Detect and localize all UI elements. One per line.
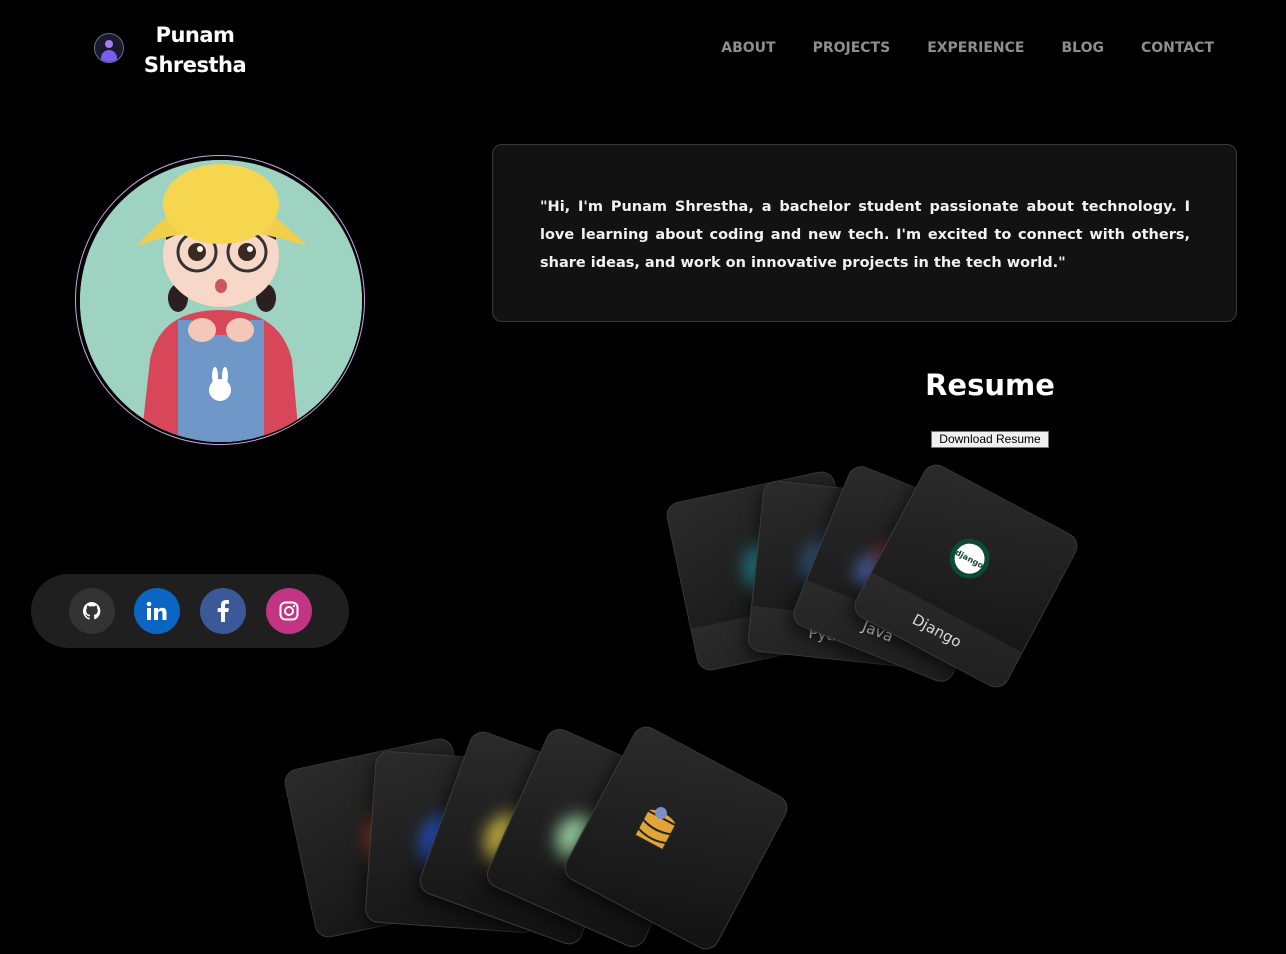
nav-about[interactable]: ABOUT bbox=[721, 40, 775, 56]
nav-experience[interactable]: EXPERIENCE bbox=[927, 40, 1024, 56]
django-icon: django bbox=[942, 531, 997, 586]
github-icon[interactable] bbox=[69, 588, 115, 634]
main-nav: ABOUT PROJECTS EXPERIENCE BLOG CONTACT bbox=[721, 40, 1214, 56]
girl-avatar-illustration bbox=[80, 160, 362, 442]
download-resume-button[interactable]: Download Resume bbox=[931, 431, 1049, 448]
nav-projects[interactable]: PROJECTS bbox=[813, 40, 891, 56]
avatar bbox=[80, 160, 362, 442]
intro-card: "Hi, I'm Punam Shrestha, a bachelor stud… bbox=[492, 144, 1237, 322]
social-links bbox=[31, 574, 349, 648]
linkedin-icon[interactable] bbox=[134, 588, 180, 634]
database-icon bbox=[624, 798, 687, 862]
django-logo-text: django bbox=[949, 538, 990, 579]
brand-last-name: Shrestha bbox=[143, 53, 247, 77]
site-brand[interactable]: Punam Shrestha bbox=[140, 20, 250, 80]
instagram-icon[interactable] bbox=[266, 588, 312, 634]
resume-heading: Resume bbox=[925, 368, 1055, 402]
facebook-icon[interactable] bbox=[200, 588, 246, 634]
brand-first-name: Punam bbox=[155, 23, 235, 47]
logo-icon[interactable] bbox=[94, 33, 124, 63]
nav-contact[interactable]: CONTACT bbox=[1141, 40, 1214, 56]
intro-text: "Hi, I'm Punam Shrestha, a bachelor stud… bbox=[540, 199, 1190, 271]
nav-blog[interactable]: BLOG bbox=[1061, 40, 1104, 56]
